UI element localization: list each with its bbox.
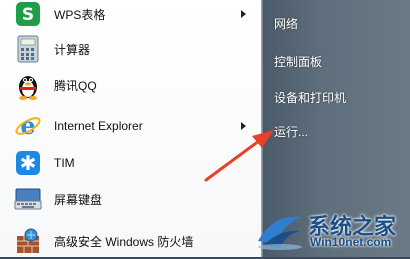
program-label: 屏幕键盘: [54, 192, 103, 207]
internet-explorer-icon: e: [12, 110, 44, 142]
start-menu-programs-pane: S WPS表格 计算器 腾讯QQ e Internet Explorer ✱ T…: [0, 0, 262, 257]
watermark-url: Win10net.com: [310, 235, 392, 249]
program-label: TIM: [54, 156, 75, 170]
svg-text:S: S: [22, 5, 34, 25]
submenu-arrow-icon[interactable]: [241, 122, 246, 130]
menu-item-run[interactable]: 运行...: [274, 123, 308, 140]
program-label: 高级安全 Windows 防火墙: [54, 234, 194, 249]
program-item-onscreen-keyboard[interactable]: 屏幕键盘: [4, 181, 256, 217]
menu-item-network[interactable]: 网络: [274, 15, 298, 32]
svg-text:✱: ✱: [20, 151, 37, 175]
onscreen-keyboard-icon: [12, 183, 44, 215]
watermark: 系统之家 Win10net.com: [250, 205, 410, 257]
menu-item-devices-printers[interactable]: 设备和打印机: [274, 89, 346, 106]
program-label: WPS表格: [54, 7, 106, 22]
calculator-icon: [12, 33, 44, 65]
watermark-logo-icon: [258, 216, 302, 250]
program-item-internet-explorer[interactable]: e Internet Explorer: [4, 108, 256, 144]
program-item-tim[interactable]: ✱ TIM: [4, 145, 256, 181]
menu-item-control-panel[interactable]: 控制面板: [274, 53, 322, 70]
program-label: 计算器: [54, 42, 91, 57]
firewall-icon: [12, 225, 44, 257]
program-item-qq[interactable]: 腾讯QQ: [4, 67, 256, 103]
svg-text:e: e: [20, 112, 35, 140]
program-label: Internet Explorer: [54, 119, 143, 133]
program-label: 腾讯QQ: [54, 78, 97, 93]
program-item-calculator[interactable]: 计算器: [4, 31, 256, 67]
wps-spreadsheet-icon: S: [12, 0, 44, 30]
program-item-wps-spreadsheet[interactable]: S WPS表格: [4, 0, 256, 32]
tim-icon: ✱: [12, 147, 44, 179]
submenu-arrow-icon[interactable]: [241, 10, 246, 18]
qq-penguin-icon: [12, 69, 44, 101]
program-item-firewall[interactable]: 高级安全 Windows 防火墙: [4, 223, 256, 259]
